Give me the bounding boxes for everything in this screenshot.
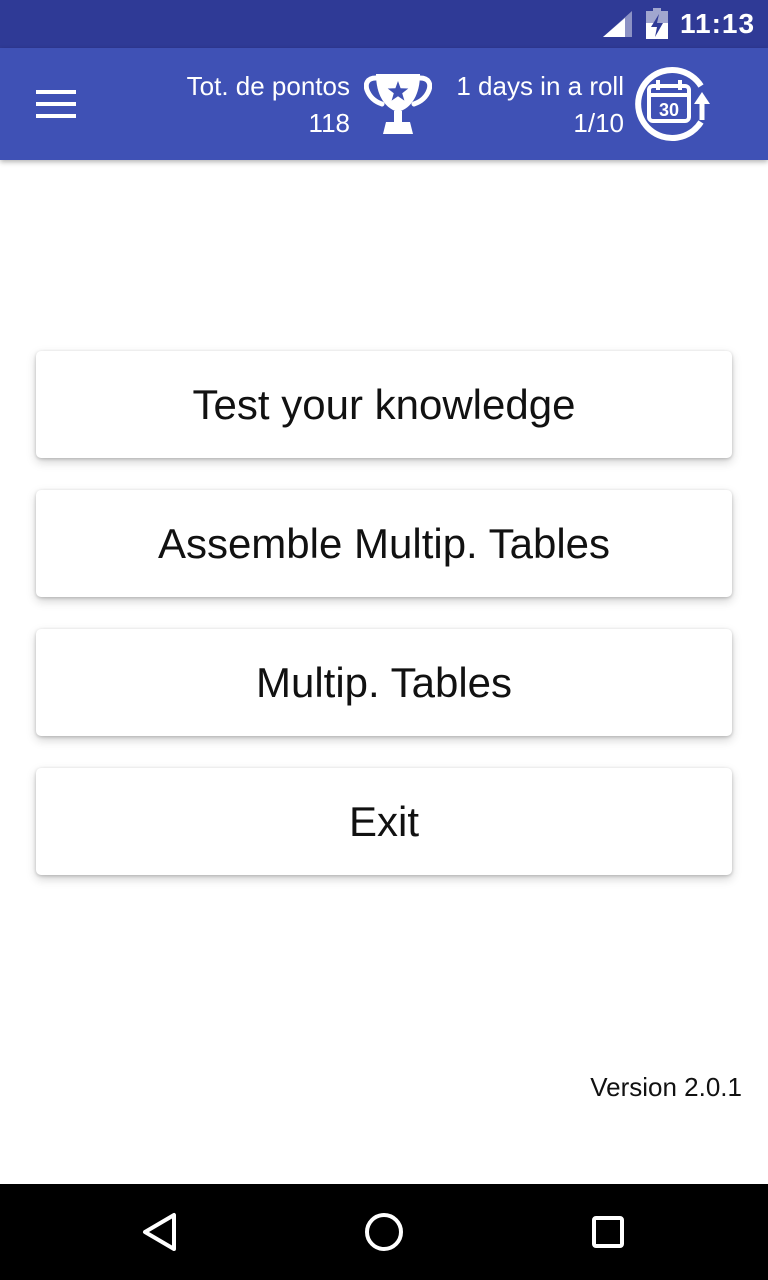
multiplication-tables-button[interactable]: Multip. Tables: [36, 629, 732, 736]
battery-charging-icon: [646, 8, 668, 39]
main-menu: Test your knowledge Assemble Multip. Tab…: [36, 351, 732, 907]
version-label: Version 2.0.1: [590, 1072, 742, 1102]
total-points: Tot. de pontos 118: [187, 68, 350, 142]
back-icon: [143, 1213, 176, 1251]
exit-button[interactable]: Exit: [36, 768, 732, 875]
calendar-day-text: 30: [659, 100, 679, 120]
hamburger-menu-icon: [36, 90, 76, 118]
home-icon: [365, 1213, 403, 1251]
home-button[interactable]: [348, 1196, 420, 1268]
signal-icon: [603, 11, 632, 37]
recents-icon: [592, 1216, 624, 1248]
days-streak-label: 1 days in a roll: [456, 71, 624, 101]
total-points-value: 118: [308, 108, 350, 138]
recents-button[interactable]: [572, 1196, 644, 1268]
test-knowledge-button[interactable]: Test your knowledge: [36, 351, 732, 458]
assemble-tables-button[interactable]: Assemble Multip. Tables: [36, 490, 732, 597]
navigation-bar: [0, 1184, 768, 1280]
days-streak: 1 days in a roll 1/10: [456, 68, 624, 142]
total-points-label: Tot. de pontos: [186, 71, 350, 101]
calendar-30-icon: 30: [635, 67, 710, 141]
menu-button[interactable]: [24, 76, 88, 132]
app-bar: Tot. de pontos 118 1 days in a roll 1/10…: [0, 48, 768, 160]
status-bar: 11:13: [0, 0, 768, 48]
trophy-icon: [364, 74, 432, 134]
back-button[interactable]: [124, 1196, 196, 1268]
days-streak-value: 1/10: [573, 108, 624, 138]
status-time: 11:13: [680, 8, 756, 39]
